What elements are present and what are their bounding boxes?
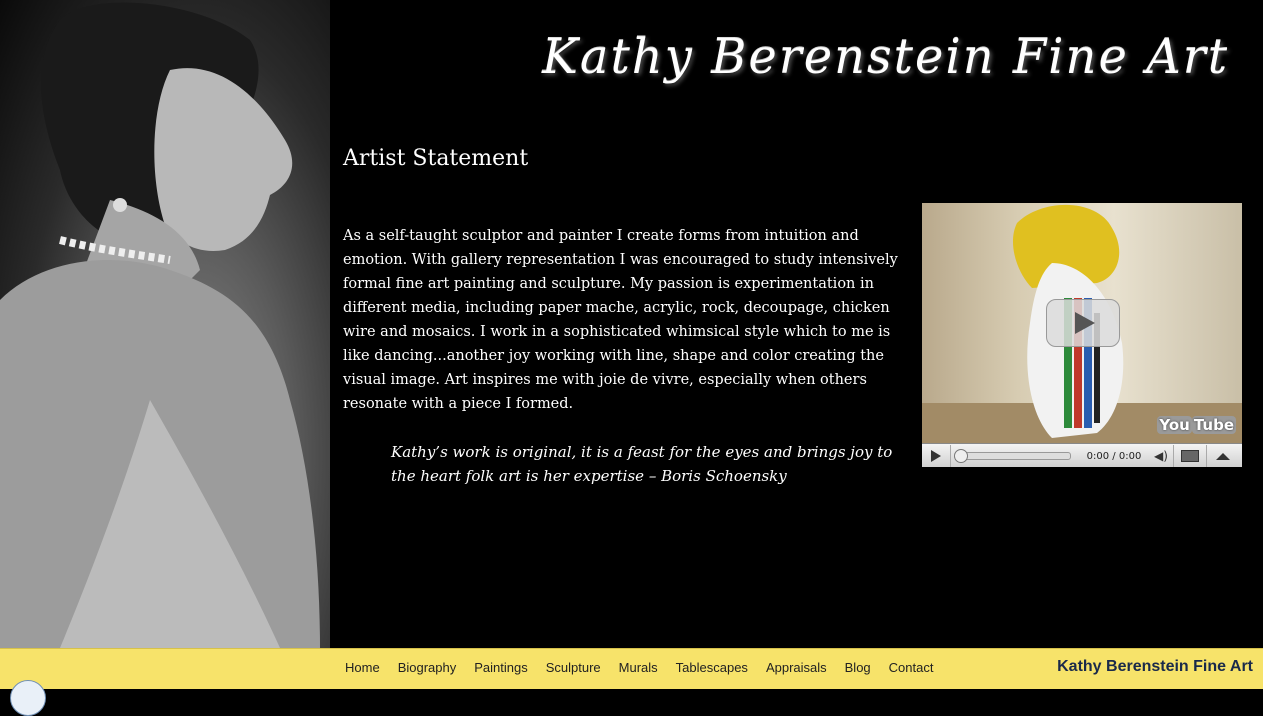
portrait-illustration: [0, 2, 320, 648]
artist-statement-text: As a self-taught sculptor and painter I …: [343, 228, 898, 412]
artist-portrait: [0, 0, 330, 648]
nav-blog[interactable]: Blog: [836, 660, 880, 675]
nav-murals[interactable]: Murals: [610, 660, 667, 675]
video-controls: 0:00 / 0:00 ◀): [922, 443, 1242, 467]
page-title: Artist Statement: [343, 146, 529, 171]
main-nav: Home Biography Paintings Sculpture Mural…: [336, 660, 942, 675]
nav-home[interactable]: Home: [336, 660, 389, 675]
scroll-indicator-icon[interactable]: [10, 680, 46, 716]
nav-tablescapes[interactable]: Tablescapes: [667, 660, 757, 675]
footer-brand[interactable]: Kathy Berenstein Fine Art: [1057, 658, 1253, 676]
screen-size-icon[interactable]: [1174, 445, 1207, 467]
nav-paintings[interactable]: Paintings: [465, 660, 536, 675]
youtube-video-player[interactable]: You Tube 0:00 / 0:00 ◀): [922, 203, 1242, 467]
play-overlay-button[interactable]: [1046, 299, 1120, 347]
youtube-logo[interactable]: You Tube: [1157, 416, 1236, 434]
testimonial-quote: Kathy’s work is original, it is a feast …: [391, 443, 893, 485]
nav-contact[interactable]: Contact: [880, 660, 943, 675]
bottom-navigation-bar: Home Biography Paintings Sculpture Mural…: [0, 648, 1263, 689]
nav-appraisals[interactable]: Appraisals: [757, 660, 836, 675]
play-icon[interactable]: [922, 445, 951, 467]
speaker-icon[interactable]: ◀): [1149, 445, 1174, 467]
site-title: Kathy Berenstein Fine Art: [542, 28, 1229, 84]
video-time: 0:00 / 0:00: [1086, 450, 1142, 462]
video-thumbnail[interactable]: You Tube: [922, 203, 1242, 443]
youtube-logo-you: You: [1157, 416, 1192, 434]
video-progress-slider[interactable]: [954, 449, 1071, 463]
nav-biography[interactable]: Biography: [389, 660, 466, 675]
fullscreen-icon[interactable]: [1207, 445, 1239, 467]
youtube-logo-tube: Tube: [1191, 416, 1236, 434]
nav-sculpture[interactable]: Sculpture: [537, 660, 610, 675]
